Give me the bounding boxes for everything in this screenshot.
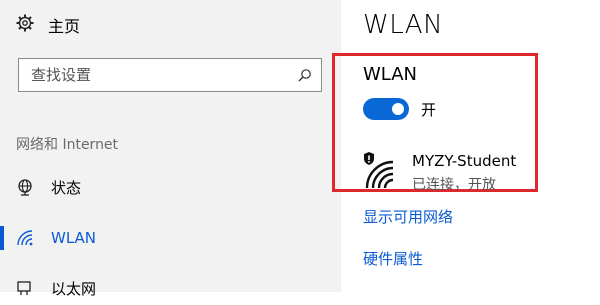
wlan-settings-page: WLAN WLAN 开 MYZY-Student 已连接，开放 显示可用网络 硬…: [332, 0, 600, 292]
page-title: WLAN: [363, 10, 444, 40]
sidebar-item-label: WLAN: [51, 229, 97, 247]
toggle-knob: [392, 103, 404, 115]
wifi-icon: [16, 229, 34, 247]
section-label-network: 网络和 Internet: [16, 137, 119, 153]
sidebar-item-status[interactable]: 状态: [0, 170, 341, 204]
search-icon[interactable]: [289, 68, 321, 82]
hardware-properties-link[interactable]: 硬件属性: [363, 248, 423, 269]
toggle-state-label: 开: [421, 101, 437, 119]
network-status: 已连接，开放: [412, 177, 496, 193]
network-name[interactable]: MYZY-Student: [412, 152, 516, 170]
globe-icon: [16, 178, 34, 196]
gear-icon: [16, 14, 34, 36]
sidebar-item-wlan[interactable]: WLAN: [0, 221, 341, 255]
sidebar-item-label: 状态: [51, 178, 82, 197]
settings-search-box[interactable]: [18, 58, 322, 92]
ethernet-icon: [16, 279, 34, 297]
wlan-heading: WLAN: [363, 64, 418, 85]
sidebar-item-label: 以太网: [51, 279, 97, 298]
search-input[interactable]: [19, 66, 289, 84]
show-available-networks-link[interactable]: 显示可用网络: [363, 206, 453, 227]
settings-sidebar: 主页 网络和 Internet 状态: [0, 0, 341, 298]
home-label: 主页: [48, 17, 81, 36]
home-nav-item[interactable]: 主页: [16, 12, 80, 38]
sidebar-item-ethernet[interactable]: 以太网: [0, 271, 341, 305]
wlan-toggle[interactable]: [363, 98, 409, 120]
wifi-shield-icon[interactable]: [363, 150, 397, 190]
